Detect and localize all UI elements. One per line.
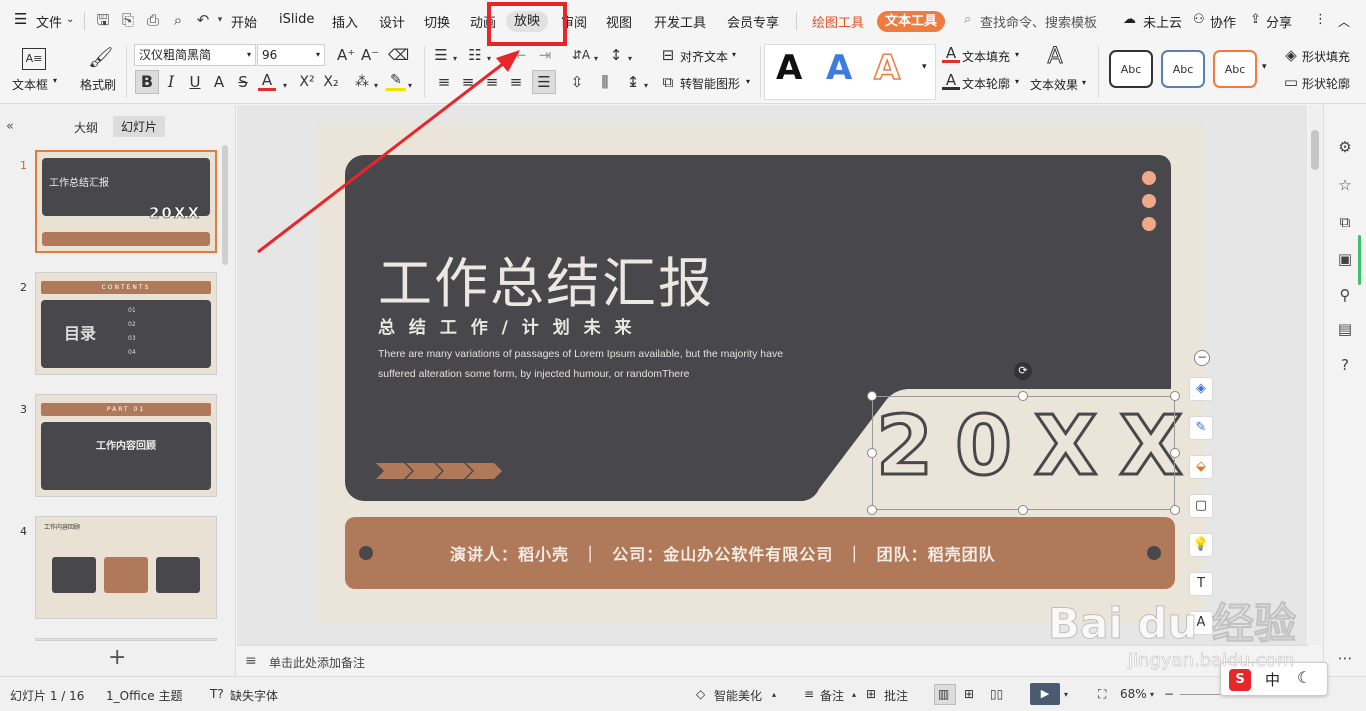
more-dots-icon[interactable]: ⋯ [1335, 648, 1355, 668]
comments-button[interactable]: 批注 [884, 687, 908, 704]
missing-font-button[interactable]: 缺失字体 [230, 687, 278, 704]
scrollbar-thumb[interactable] [1311, 130, 1319, 170]
notes-toggle-button[interactable]: 备注 [820, 687, 844, 704]
sidebar-indicator [1358, 235, 1361, 285]
smart-beautify-button[interactable]: 智能美化 [714, 687, 762, 704]
chevron-down-icon[interactable]: ▾ [1150, 690, 1154, 699]
normal-view-icon[interactable]: ▥ [938, 687, 949, 701]
chevron-down-icon[interactable]: ▾ [1064, 690, 1068, 699]
right-sidebar: ⚙ ☆ ⧉ ▣ ⚲ ▤ ? ⋯ [1323, 105, 1366, 676]
arrow-line [257, 58, 509, 254]
help-icon[interactable]: ? [1335, 355, 1355, 375]
book-icon[interactable]: ▤ [1335, 319, 1355, 339]
notes-toggle-icon[interactable]: ≡ [804, 687, 814, 701]
settings-sliders-icon[interactable]: ⚙ [1335, 137, 1355, 157]
comment-icon[interactable]: ⊞ [866, 687, 876, 701]
zoom-level[interactable]: 68% [1120, 687, 1147, 701]
zoom-out-icon[interactable]: − [1164, 687, 1174, 701]
watermark-brand: Bai du 经验 [1048, 599, 1297, 649]
play-slideshow-icon[interactable]: ▶ [1030, 683, 1060, 705]
chevron-up-icon[interactable]: ▴ [852, 690, 856, 699]
zoom-slider[interactable] [1180, 694, 1220, 695]
highlight-box [487, 2, 567, 46]
canvas-scrollbar[interactable] [1309, 105, 1323, 645]
beautify-icon[interactable]: ◇ [696, 687, 705, 701]
notes-icon: ≡ [245, 653, 257, 669]
sogou-icon[interactable]: S [1229, 669, 1251, 691]
notes-placeholder[interactable]: 单击此处添加备注 [269, 654, 365, 671]
status-bar: 幻灯片 1 / 16 1_Office 主题 T? 缺失字体 ◇ 智能美化 ▴ … [0, 676, 1366, 711]
missing-font-icon[interactable]: T? [210, 687, 224, 701]
fit-window-icon[interactable]: ⛶ [1098, 687, 1106, 702]
chevron-up-icon[interactable]: ▴ [772, 690, 776, 699]
ime-language[interactable]: 中 [1265, 669, 1280, 690]
copy-icon[interactable]: ⧉ [1335, 212, 1355, 232]
image-icon[interactable]: ▣ [1335, 249, 1355, 269]
reading-view-icon[interactable]: ▯▯ [990, 687, 1003, 701]
sorter-view-icon[interactable]: ⊞ [964, 687, 974, 701]
watermark-url: jingyan.baidu.com [1128, 650, 1295, 672]
location-icon[interactable]: ⚲ [1335, 285, 1355, 305]
arrow-head [496, 50, 520, 72]
slide-counter: 幻灯片 1 / 16 [10, 689, 85, 703]
moon-icon[interactable]: ☾ [1297, 668, 1311, 687]
star-icon[interactable]: ☆ [1335, 175, 1355, 195]
theme-name[interactable]: 1_Office 主题 [106, 687, 182, 704]
